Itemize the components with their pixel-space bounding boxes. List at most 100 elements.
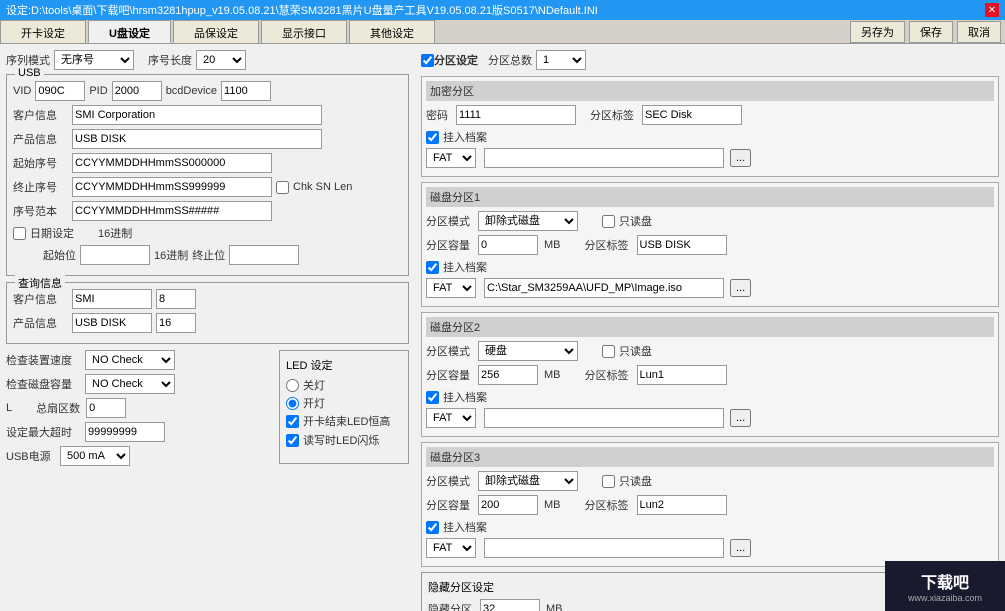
disk2-readonly-checkbox[interactable] [602, 345, 615, 358]
tab-card-setting[interactable]: 开卡设定 [0, 20, 86, 43]
disk3-mode-select[interactable]: 卸除式磁盘 [478, 471, 578, 491]
title-text: 设定:D:\tools\桌面\下载吧\hrsm3281hpup_v19.05.0… [6, 2, 598, 18]
led-flash-checkbox[interactable] [286, 434, 299, 447]
fan-input[interactable]: 0 [86, 398, 126, 418]
encrypt-section: 加密分区 密码 1111 分区标签 SEC Disk 挂入档案 FAT ... [421, 76, 999, 177]
disk1-readonly-checkbox[interactable] [602, 215, 615, 228]
max-input[interactable]: 99999999 [85, 422, 165, 442]
pid-input[interactable]: 2000 [112, 81, 162, 101]
tab-display[interactable]: 显示接口 [261, 20, 347, 43]
watermark-site: www.xiazaiba.com [908, 593, 982, 603]
disk1-browse-button[interactable]: ... [730, 279, 751, 297]
disk2-capacity-input[interactable]: 256 [478, 365, 538, 385]
sn-template-input[interactable]: CCYYMMDDHHmmSS##### [72, 201, 272, 221]
disk2-file-input[interactable] [484, 408, 724, 428]
disk1-embed-checkbox[interactable] [426, 261, 439, 274]
disk3-embed-label: 挂入档案 [443, 519, 487, 535]
encrypt-pwd-input[interactable]: 1111 [456, 105, 576, 125]
customer-input[interactable]: SMI Corporation [72, 105, 322, 125]
disk2-fs-select[interactable]: FAT [426, 408, 476, 428]
disk2-embed-checkbox[interactable] [426, 391, 439, 404]
disk3-embed-checkbox[interactable] [426, 521, 439, 534]
start-pos-input[interactable] [80, 245, 150, 265]
query-customer-row: 客户信息 SMI 8 [13, 289, 402, 309]
encrypt-file-input[interactable] [484, 148, 724, 168]
end-pos-input[interactable] [229, 245, 299, 265]
partition-enable-checkbox[interactable] [421, 54, 434, 67]
usb-group-title: USB [15, 67, 44, 79]
disk1-mb-label: MB [544, 239, 561, 251]
disk2-mode-select[interactable]: 硬盘 [478, 341, 578, 361]
partition-count-label: 分区总数 [488, 52, 532, 68]
tab-other[interactable]: 其他设定 [349, 20, 435, 43]
encrypt-tag-input[interactable]: SEC Disk [642, 105, 742, 125]
chk-sn-len-checkbox[interactable] [276, 181, 289, 194]
led-on-radio[interactable] [286, 397, 299, 410]
disk1-embed-label: 挂入档案 [443, 259, 487, 275]
vid-input[interactable]: 090C [35, 81, 85, 101]
disk1-tag-input[interactable]: USB DISK [637, 235, 727, 255]
cancel-button[interactable]: 取消 [957, 21, 1001, 43]
query-group: 查询信息 客户信息 SMI 8 产品信息 USB DISK 16 [6, 282, 409, 344]
query-product-num[interactable]: 16 [156, 313, 196, 333]
partition-header: 分区设定 分区总数 1 [421, 50, 999, 70]
disk2-tag-input[interactable]: Lun1 [637, 365, 727, 385]
disk3-section: 磁盘分区3 分区模式 卸除式磁盘 只读盘 分区容量 200 MB 分区标签 Lu… [421, 442, 999, 567]
led-constant-checkbox[interactable] [286, 415, 299, 428]
disk3-browse-button[interactable]: ... [730, 539, 751, 557]
encrypt-embed-checkbox[interactable] [426, 131, 439, 144]
disk3-capacity-row: 分区容量 200 MB 分区标签 Lun2 [426, 495, 994, 515]
led-flash-row: 读写时LED闪烁 [286, 432, 402, 448]
encrypt-fs-select[interactable]: FAT [426, 148, 476, 168]
disk3-file-input[interactable] [484, 538, 724, 558]
disk3-readonly-checkbox[interactable] [602, 475, 615, 488]
disk3-tag-input[interactable]: Lun2 [637, 495, 727, 515]
encrypt-embed-label: 挂入档案 [443, 129, 487, 145]
vid-pid-row: VID 090C PID 2000 bcdDevice 1100 [13, 81, 402, 101]
query-customer-input[interactable]: SMI [72, 289, 152, 309]
check-speed-select[interactable]: NO Check [85, 350, 175, 370]
hex16-label: 16进制 [98, 225, 132, 241]
disk3-embed-row: 挂入档案 [426, 519, 994, 535]
query-customer-num[interactable]: 8 [156, 289, 196, 309]
check-speed-label: 检查装置速度 [6, 352, 81, 368]
disk2-capacity-label: 分区容量 [426, 367, 470, 383]
led-constant-label: 开卡结束LED恒高 [303, 413, 390, 429]
encrypt-browse-button[interactable]: ... [730, 149, 751, 167]
menu-tabs: 开卡设定 U盘设定 品保设定 显示接口 其他设定 另存为 保存 取消 [0, 20, 1005, 44]
tab-udisk-setting[interactable]: U盘设定 [88, 20, 171, 43]
product-input[interactable]: USB DISK [72, 129, 322, 149]
save-as-button[interactable]: 另存为 [850, 21, 905, 43]
check-led-row: 检查装置速度 NO Check 检查磁盘容量 NO Check L 总扇区数 0 [6, 350, 409, 470]
disk1-mode-select[interactable]: 卸除式磁盘 [478, 211, 578, 231]
disk3-mode-row: 分区模式 卸除式磁盘 只读盘 [426, 471, 994, 491]
hidden-capacity-input[interactable]: 32 [480, 599, 540, 611]
date-checkbox[interactable] [13, 227, 26, 240]
max-label: 设定最大超时 [6, 424, 81, 440]
bcd-input[interactable]: 1100 [221, 81, 271, 101]
disk1-tag-label: 分区标签 [585, 237, 629, 253]
fan-row: L 总扇区数 0 [6, 398, 273, 418]
check-disk-select[interactable]: NO Check [85, 374, 175, 394]
disk1-file-input[interactable]: C:\Star_SM3259AA\UFD_MP\Image.iso [484, 278, 724, 298]
led-off-radio[interactable] [286, 379, 299, 392]
query-product-input[interactable]: USB DISK [72, 313, 152, 333]
partition-count-select[interactable]: 1 [536, 50, 586, 70]
serial-mode-select[interactable]: 无序号 [54, 50, 134, 70]
start-sn-input[interactable]: CCYYMMDDHHmmSS000000 [72, 153, 272, 173]
disk1-fs-select[interactable]: FAT [426, 278, 476, 298]
disk3-fs-select[interactable]: FAT [426, 538, 476, 558]
save-button[interactable]: 保存 [909, 21, 953, 43]
power-select[interactable]: 500 mA [60, 446, 130, 466]
tab-quality-setting[interactable]: 品保设定 [173, 20, 259, 43]
disk2-browse-button[interactable]: ... [730, 409, 751, 427]
check-section: 检查装置速度 NO Check 检查磁盘容量 NO Check L 总扇区数 0 [6, 350, 273, 470]
close-button[interactable]: ✕ [985, 3, 999, 17]
disk1-capacity-input[interactable]: 0 [478, 235, 538, 255]
end-sn-input[interactable]: CCYYMMDDHHmmSS999999 [72, 177, 272, 197]
pos-row: 起始位 16进制 终止位 [13, 245, 402, 265]
disk3-mode-label: 分区模式 [426, 473, 470, 489]
serial-length-select[interactable]: 20 [196, 50, 246, 70]
check-disk-label: 检查磁盘容量 [6, 376, 81, 392]
disk3-capacity-input[interactable]: 200 [478, 495, 538, 515]
